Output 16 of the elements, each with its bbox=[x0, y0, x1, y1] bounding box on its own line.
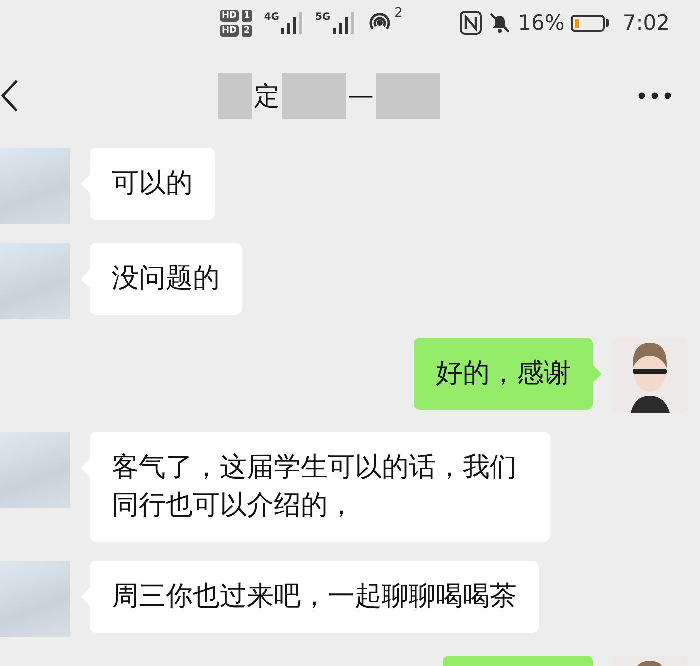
sim-slot: 1 bbox=[242, 10, 252, 22]
message-bubble: 周三你也过来吧，一起聊聊喝喝茶 bbox=[90, 561, 539, 633]
hd-badge: HD bbox=[220, 24, 240, 36]
chat-title: 定 bbox=[254, 80, 280, 114]
network-label: 4G bbox=[264, 12, 280, 23]
message-bubble: 客气了，这届学生可以的话，我们同行也可以介绍的， bbox=[90, 432, 550, 542]
hotspot-count: 2 bbox=[394, 6, 403, 21]
network-label: 5G bbox=[315, 12, 331, 23]
message-bubble: 可以的 bbox=[90, 148, 215, 220]
message-bubble: 没问题的 bbox=[90, 243, 242, 315]
chat-title: — bbox=[348, 81, 374, 111]
hd-badge: HD bbox=[220, 10, 240, 22]
battery-percent: 16% bbox=[518, 11, 565, 35]
sim-slot: 2 bbox=[242, 24, 252, 36]
message-bubble: 好的，感谢 bbox=[414, 338, 593, 410]
clock-time: 7:02 bbox=[622, 11, 670, 35]
